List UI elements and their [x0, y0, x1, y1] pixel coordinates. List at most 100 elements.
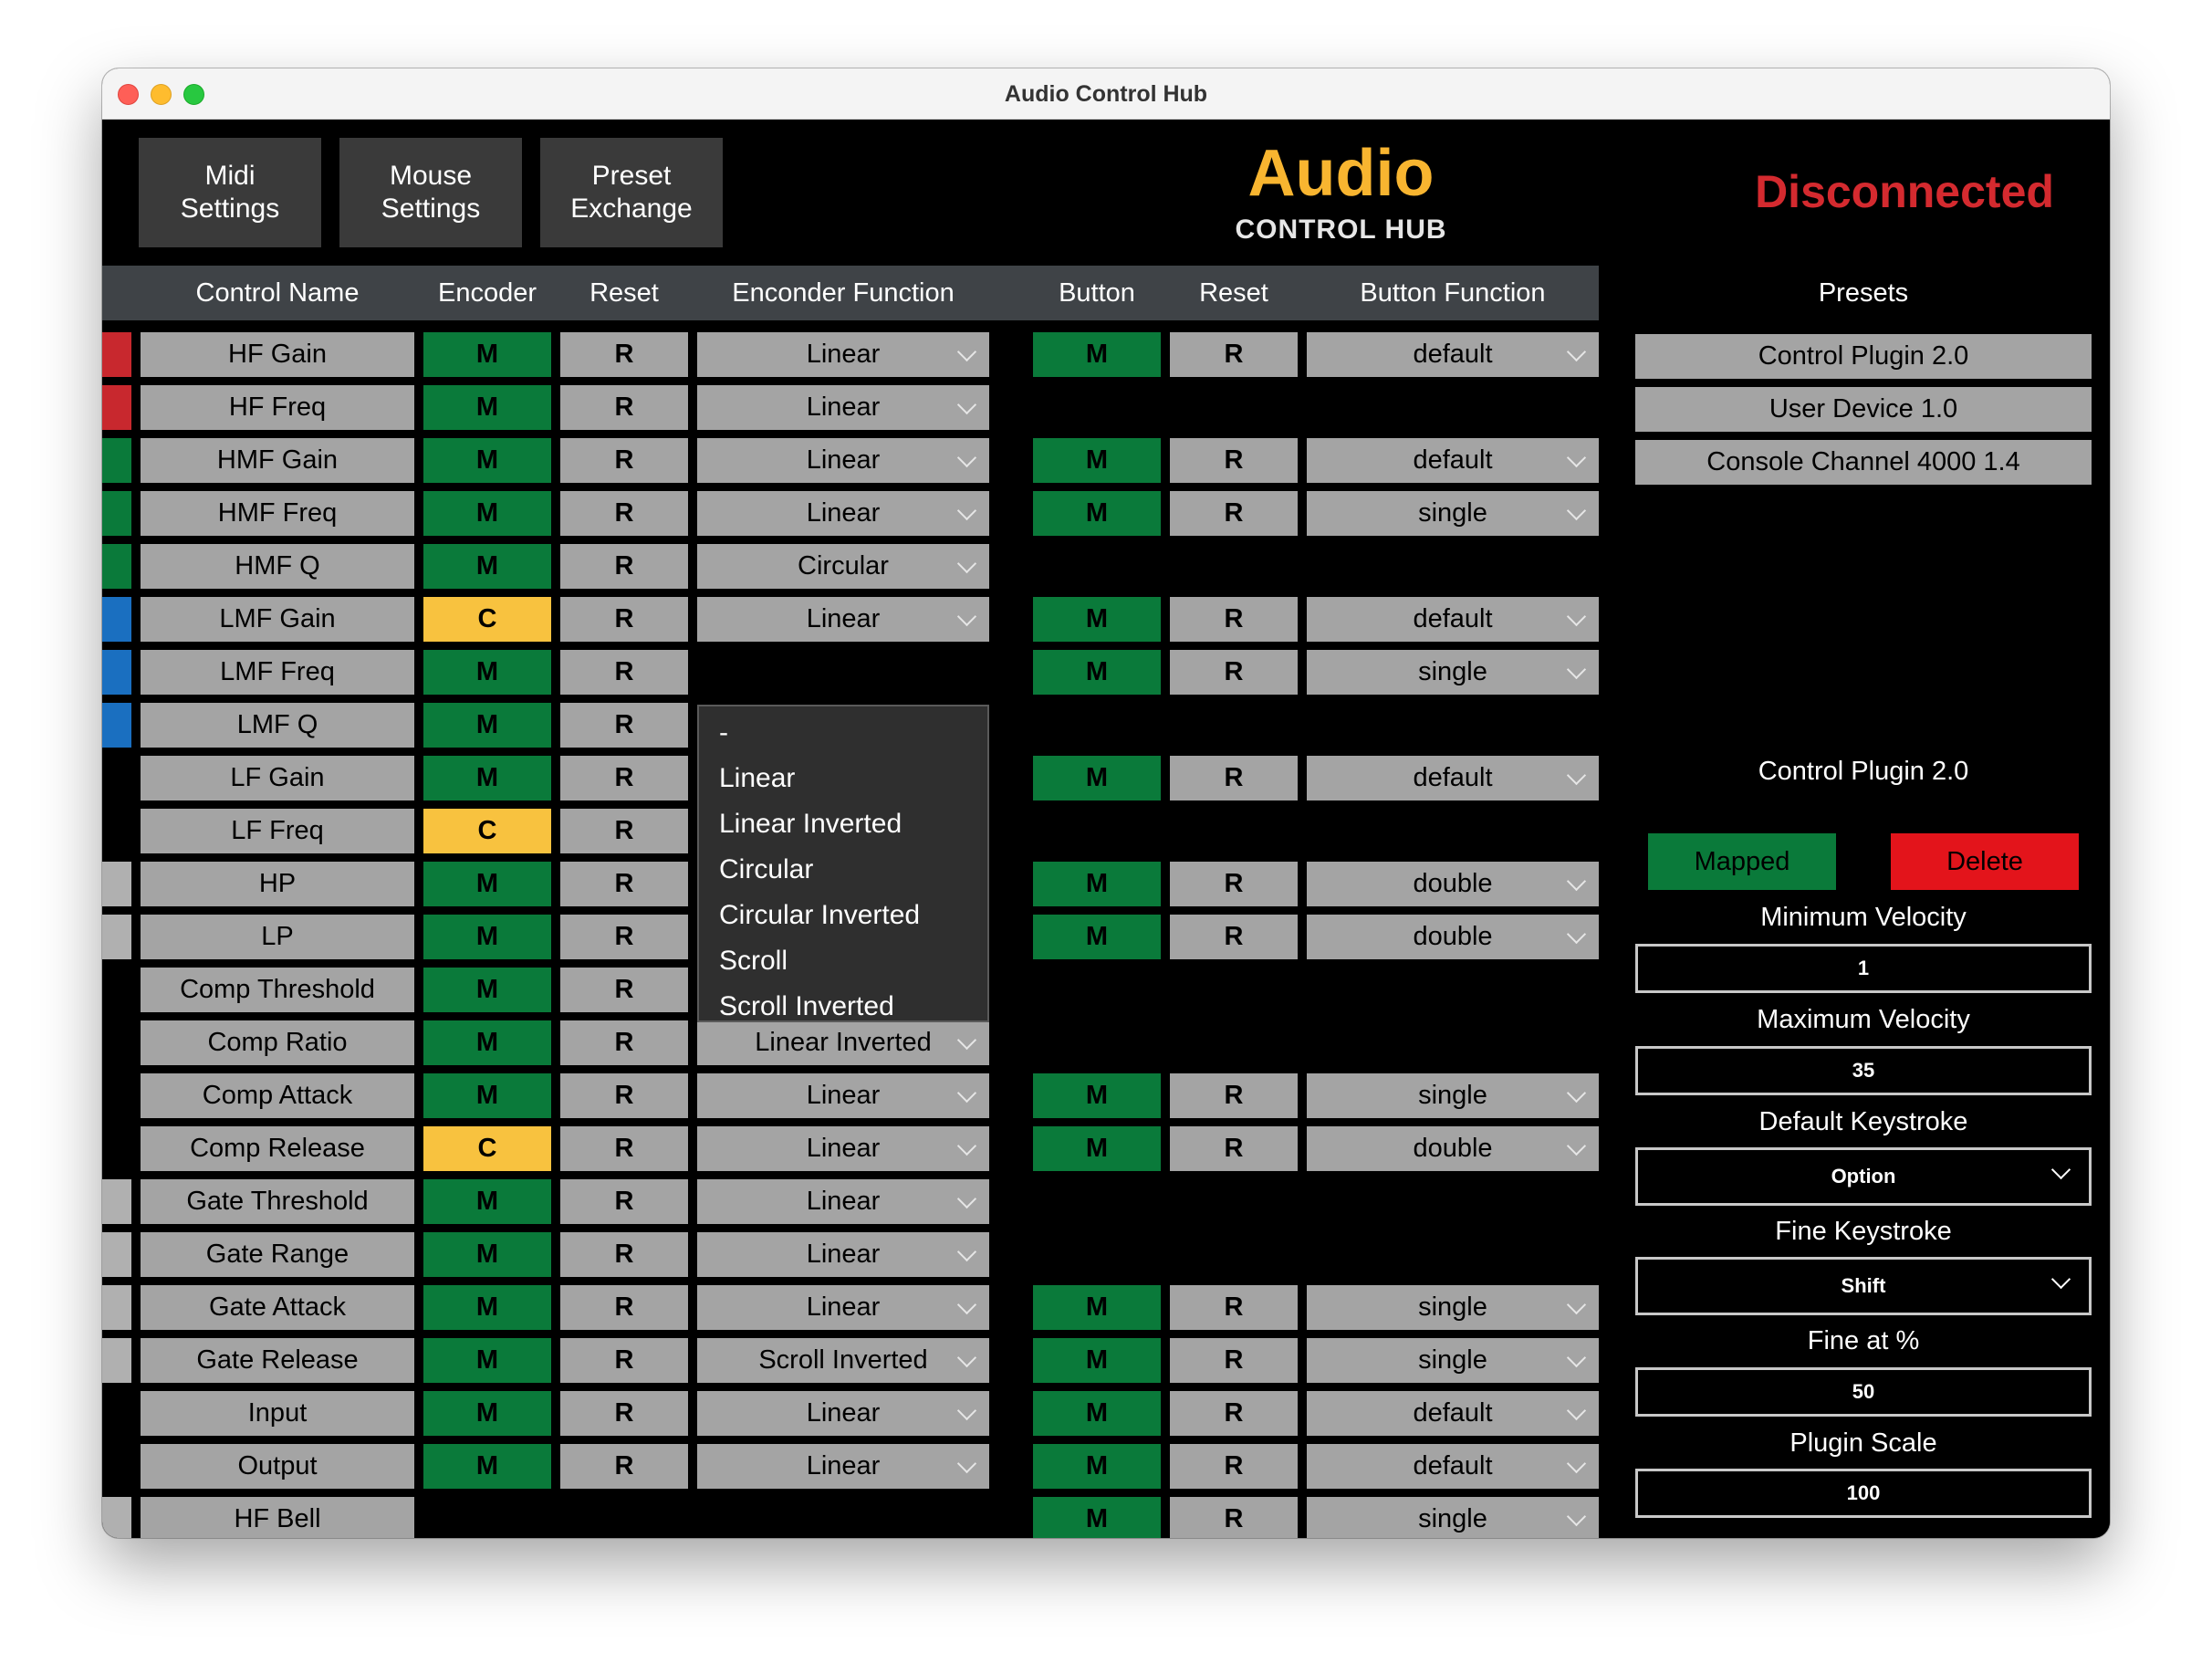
button-function-select[interactable]: single	[1307, 650, 1599, 695]
button-reset-button[interactable]: R	[1170, 862, 1298, 906]
encoder-function-select[interactable]: Linear	[697, 1444, 989, 1489]
encoder-function-select[interactable]: Linear	[697, 1391, 989, 1436]
dropdown-option[interactable]: Linear	[699, 756, 987, 801]
button-reset-button[interactable]: R	[1170, 491, 1298, 536]
encoder-button[interactable]: M	[423, 915, 551, 959]
encoder-reset-button[interactable]: R	[560, 968, 688, 1012]
button-reset-button[interactable]: R	[1170, 1391, 1298, 1436]
button-function-select[interactable]: default	[1307, 1444, 1599, 1489]
encoder-function-select[interactable]: Linear	[697, 438, 989, 483]
encoder-function-select[interactable]: Linear	[697, 385, 989, 430]
button-function-select[interactable]: double	[1307, 915, 1599, 959]
button-map-button[interactable]: M	[1033, 862, 1161, 906]
encoder-button[interactable]: M	[423, 703, 551, 748]
encoder-function-select[interactable]: Linear	[697, 1073, 989, 1118]
button-reset-button[interactable]: R	[1170, 1126, 1298, 1171]
dropdown-option[interactable]: Scroll	[699, 938, 987, 984]
encoder-reset-button[interactable]: R	[560, 1179, 688, 1224]
encoder-reset-button[interactable]: R	[560, 1232, 688, 1277]
button-map-button[interactable]: M	[1033, 597, 1161, 642]
button-function-select[interactable]: default	[1307, 597, 1599, 642]
encoder-button[interactable]: M	[423, 862, 551, 906]
button-map-button[interactable]: M	[1033, 438, 1161, 483]
encoder-button[interactable]: M	[423, 1232, 551, 1277]
button-function-select[interactable]: default	[1307, 332, 1599, 377]
button-function-select[interactable]: single	[1307, 491, 1599, 536]
button-map-button[interactable]: M	[1033, 756, 1161, 800]
button-function-select[interactable]: single	[1307, 1497, 1599, 1538]
encoder-reset-button[interactable]: R	[560, 1444, 688, 1489]
default-keystroke-select[interactable]: Option	[1635, 1147, 2092, 1206]
button-function-select[interactable]: double	[1307, 1126, 1599, 1171]
button-map-button[interactable]: M	[1033, 1391, 1161, 1436]
encoder-reset-button[interactable]: R	[560, 1020, 688, 1065]
encoder-reset-button[interactable]: R	[560, 809, 688, 853]
encoder-button[interactable]: M	[423, 332, 551, 377]
encoder-button[interactable]: M	[423, 1285, 551, 1330]
dropdown-option[interactable]: Scroll Inverted	[699, 984, 987, 1030]
button-map-button[interactable]: M	[1033, 650, 1161, 695]
mapped-button[interactable]: Mapped	[1648, 833, 1836, 890]
button-reset-button[interactable]: R	[1170, 1073, 1298, 1118]
button-map-button[interactable]: M	[1033, 1073, 1161, 1118]
encoder-function-select[interactable]: Linear	[697, 597, 989, 642]
encoder-button[interactable]: M	[423, 1444, 551, 1489]
button-function-select[interactable]: default	[1307, 1391, 1599, 1436]
encoder-function-select[interactable]: Circular	[697, 544, 989, 589]
max-velocity-input[interactable]: 35	[1635, 1046, 2092, 1095]
button-reset-button[interactable]: R	[1170, 438, 1298, 483]
button-map-button[interactable]: M	[1033, 332, 1161, 377]
button-map-button[interactable]: M	[1033, 1285, 1161, 1330]
encoder-reset-button[interactable]: R	[560, 650, 688, 695]
button-map-button[interactable]: M	[1033, 1444, 1161, 1489]
encoder-reset-button[interactable]: R	[560, 756, 688, 800]
plugin-scale-input[interactable]: 100	[1635, 1469, 2092, 1518]
button-map-button[interactable]: M	[1033, 1126, 1161, 1171]
button-function-select[interactable]: default	[1307, 438, 1599, 483]
encoder-button[interactable]: M	[423, 438, 551, 483]
encoder-reset-button[interactable]: R	[560, 915, 688, 959]
button-reset-button[interactable]: R	[1170, 332, 1298, 377]
button-function-select[interactable]: single	[1307, 1073, 1599, 1118]
button-function-select[interactable]: double	[1307, 862, 1599, 906]
button-reset-button[interactable]: R	[1170, 1285, 1298, 1330]
encoder-reset-button[interactable]: R	[560, 597, 688, 642]
encoder-reset-button[interactable]: R	[560, 544, 688, 589]
encoder-button[interactable]: M	[423, 1338, 551, 1383]
button-reset-button[interactable]: R	[1170, 1338, 1298, 1383]
button-function-select[interactable]: default	[1307, 756, 1599, 800]
button-reset-button[interactable]: R	[1170, 915, 1298, 959]
encoder-button[interactable]: M	[423, 968, 551, 1012]
encoder-reset-button[interactable]: R	[560, 1285, 688, 1330]
delete-button[interactable]: Delete	[1891, 833, 2079, 890]
preset-item[interactable]: User Device 1.0	[1635, 387, 2092, 432]
encoder-reset-button[interactable]: R	[560, 862, 688, 906]
encoder-button[interactable]: M	[423, 1073, 551, 1118]
preset-item[interactable]: Console Channel 4000 1.4	[1635, 440, 2092, 485]
encoder-function-select[interactable]: Linear	[697, 1179, 989, 1224]
encoder-button[interactable]: M	[423, 650, 551, 695]
encoder-function-select[interactable]: Linear	[697, 1285, 989, 1330]
button-reset-button[interactable]: R	[1170, 1444, 1298, 1489]
button-map-button[interactable]: M	[1033, 1338, 1161, 1383]
button-function-select[interactable]: single	[1307, 1338, 1599, 1383]
button-map-button[interactable]: M	[1033, 915, 1161, 959]
button-map-button[interactable]: M	[1033, 491, 1161, 536]
encoder-button[interactable]: M	[423, 385, 551, 430]
encoder-button[interactable]: M	[423, 544, 551, 589]
fine-at-input[interactable]: 50	[1635, 1367, 2092, 1417]
min-velocity-input[interactable]: 1	[1635, 944, 2092, 993]
encoder-reset-button[interactable]: R	[560, 1338, 688, 1383]
encoder-reset-button[interactable]: R	[560, 703, 688, 748]
button-reset-button[interactable]: R	[1170, 650, 1298, 695]
encoder-button[interactable]: C	[423, 597, 551, 642]
encoder-function-select[interactable]: Linear	[697, 491, 989, 536]
encoder-reset-button[interactable]: R	[560, 1073, 688, 1118]
button-function-select[interactable]: single	[1307, 1285, 1599, 1330]
encoder-reset-button[interactable]: R	[560, 1391, 688, 1436]
button-reset-button[interactable]: R	[1170, 1497, 1298, 1538]
button-reset-button[interactable]: R	[1170, 597, 1298, 642]
preset-item[interactable]: Control Plugin 2.0	[1635, 334, 2092, 379]
dropdown-option[interactable]: Linear Inverted	[699, 801, 987, 847]
encoder-reset-button[interactable]: R	[560, 332, 688, 377]
